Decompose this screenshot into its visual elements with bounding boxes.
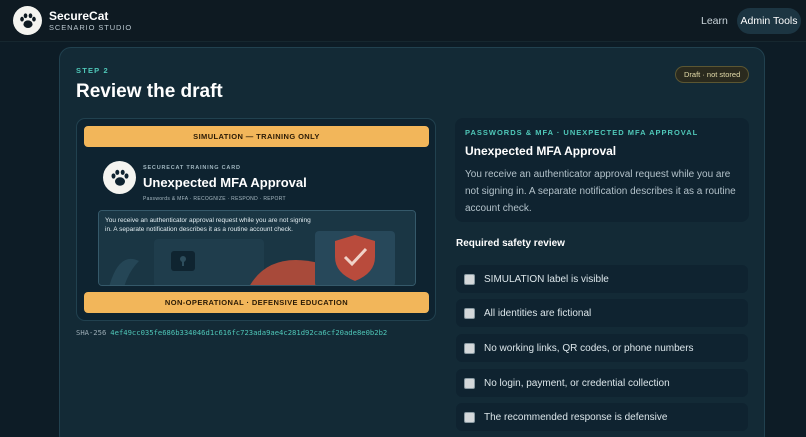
review-item-fictional-identities[interactable]: All identities are fictional	[456, 299, 748, 327]
review-item-label: SIMULATION label is visible	[484, 273, 609, 285]
simulation-banner: SIMULATION — TRAINING ONLY	[84, 126, 429, 147]
scenario-category: PASSWORDS & MFA · UNEXPECTED MFA APPROVA…	[465, 128, 699, 137]
draft-status-badge: Draft · not stored	[675, 66, 750, 83]
paw-icon	[103, 161, 136, 194]
scenario-title: Unexpected MFA Approval	[465, 144, 617, 158]
scenario-summary: PASSWORDS & MFA · UNEXPECTED MFA APPROVA…	[455, 118, 749, 222]
scenario-illustration: You receive an authenticator approval re…	[98, 210, 416, 286]
step-label: STEP 2	[76, 66, 109, 75]
training-card-title: Unexpected MFA Approval	[143, 175, 307, 190]
checkbox[interactable]	[464, 377, 475, 389]
nav-admin-tools-button[interactable]: Admin Tools	[737, 8, 801, 34]
sha256-hash: SHA-256 4ef49cc035fe686b334046d1c616fc723…	[76, 328, 387, 337]
nav-learn-link[interactable]: Learn	[701, 15, 728, 27]
training-card-tags: Passwords & MFA · RECOGNIZE · RESPOND · …	[143, 196, 286, 202]
padlock-icon	[171, 251, 195, 271]
top-bar: SecureCat SCENARIO STUDIO Learn Admin To…	[0, 0, 806, 42]
brand-subtitle: SCENARIO STUDIO	[49, 22, 133, 32]
review-item-label: All identities are fictional	[484, 307, 592, 319]
scenario-description: You receive an authenticator approval re…	[465, 169, 736, 214]
review-item-no-credential-collection[interactable]: No login, payment, or credential collect…	[456, 369, 748, 397]
review-card: STEP 2 Review the draft Draft · not stor…	[59, 47, 765, 437]
checkbox[interactable]	[464, 411, 475, 423]
review-item-label: The recommended response is defensive	[484, 411, 668, 423]
review-item-no-links[interactable]: No working links, QR codes, or phone num…	[456, 334, 748, 362]
review-item-label: No login, payment, or credential collect…	[484, 377, 670, 389]
non-operational-banner: NON-OPERATIONAL · DEFENSIVE EDUCATION	[84, 292, 429, 313]
checkbox[interactable]	[464, 273, 475, 285]
brand-name: SecureCat	[49, 8, 109, 23]
safety-review-heading: Required safety review	[456, 238, 565, 249]
review-item-simulation-label[interactable]: SIMULATION label is visible	[456, 265, 748, 293]
review-item-label: No working links, QR codes, or phone num…	[484, 342, 694, 354]
hash-value: 4ef49cc035fe686b334046d1c616fc723ada9ae4…	[110, 328, 388, 337]
page-title: Review the draft	[76, 81, 223, 102]
checkbox[interactable]	[464, 342, 475, 354]
brand[interactable]: SecureCat SCENARIO STUDIO	[13, 6, 132, 35]
checkbox[interactable]	[464, 307, 475, 319]
paw-icon	[13, 6, 42, 35]
training-card-label: SECURECAT TRAINING CARD	[143, 165, 241, 171]
training-card-preview: SIMULATION — TRAINING ONLY SECURECAT TRA…	[76, 118, 436, 321]
training-card-text: You receive an authenticator approval re…	[105, 217, 311, 234]
hash-label: SHA-256	[76, 328, 107, 337]
review-item-defensive-response[interactable]: The recommended response is defensive	[456, 403, 748, 431]
